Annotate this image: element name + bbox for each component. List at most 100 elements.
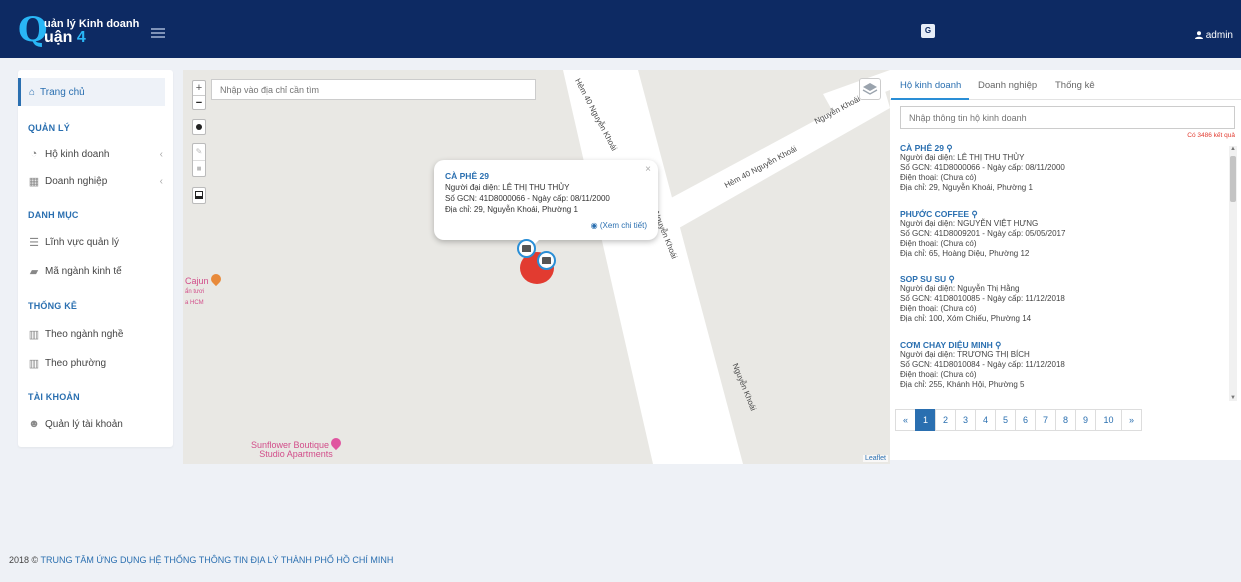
shop-marker-icon[interactable] [517, 239, 536, 258]
result-rep: Người đại diện: LÊ THỊ THU THỦY [900, 153, 1025, 162]
user-name: admin [1205, 30, 1233, 41]
rectangle-icon [195, 191, 203, 199]
page-button[interactable]: 2 [935, 409, 956, 431]
result-scrollbar[interactable]: ▲ ▼ [1229, 146, 1237, 401]
sidebar-item-label: Hộ kinh doanh [45, 148, 110, 160]
layers-button[interactable] [859, 78, 881, 100]
result-name[interactable]: CÀ PHÊ 29 [900, 143, 944, 153]
page-button[interactable]: 3 [955, 409, 976, 431]
map-pin-icon[interactable]: ⚲ [949, 274, 955, 284]
map-view[interactable]: Hẻm 40 Nguyễn Khoái Hẻm 40 Nguyễn Khoái … [183, 70, 890, 464]
section-stats: THỐNG KÊ [28, 301, 78, 311]
draw-rectangle-button[interactable] [192, 187, 206, 204]
scroll-up-icon[interactable]: ▲ [1230, 146, 1236, 152]
poi-sunflower[interactable]: Sunflower Boutique Studio Apartments [251, 435, 344, 459]
sidebar-item-label: Trang chủ [40, 86, 85, 98]
chevron-left-icon: ‹ [159, 175, 163, 187]
result-address: Địa chỉ: 65, Hoàng Diệu, Phường 12 [900, 248, 1030, 258]
result-rep: Người đại diện: Nguyễn Thị Hằng [900, 284, 1020, 294]
list-item[interactable]: SOP SU SU ⚲ Người đại diện: Nguyễn Thị H… [900, 274, 1226, 340]
popup-cert: Số GCN: 41D8000066 - Ngày cấp: 08/11/200… [445, 194, 610, 203]
list-item[interactable]: CÀ PHÊ 29 ⚲ Người đại diện: LÊ THỊ THU T… [900, 143, 1226, 209]
footer: 2018 © TRUNG TÂM ỨNG DỤNG HỆ THỐNG THÔNG… [9, 555, 393, 565]
map-pin-icon[interactable]: ⚲ [946, 143, 952, 153]
page-button[interactable]: 7 [1035, 409, 1056, 431]
page-button[interactable]: 4 [975, 409, 996, 431]
active-tab-indicator [891, 98, 969, 100]
sidebar-item-accounts[interactable]: ☻ Quản lý tài khoản [28, 414, 163, 434]
logo-line-2: uận 4 [44, 29, 86, 46]
draw-marker-button[interactable] [192, 119, 206, 135]
zoom-control: + − [192, 80, 206, 110]
result-phone: Điện thoại: (Chưa có) [900, 238, 977, 248]
sidebar-item-econ-code[interactable]: ▰ Mã ngành kinh tế [28, 261, 163, 281]
result-name[interactable]: SOP SU SU [900, 274, 946, 284]
scrollbar-thumb[interactable] [1230, 156, 1236, 202]
map-search-input[interactable] [211, 79, 536, 100]
scroll-down-icon[interactable]: ▼ [1230, 395, 1236, 401]
users-icon: ☻ [28, 418, 40, 430]
shop-marker-icon[interactable] [537, 251, 556, 270]
result-name[interactable]: PHƯỚC COFFEE [900, 209, 969, 219]
poi-cajun[interactable]: Cajun ẩn tươi a HCM [185, 271, 223, 308]
building-icon: ▦ [28, 175, 40, 188]
page-prev-button[interactable]: « [895, 409, 916, 431]
household-search-input[interactable] [900, 106, 1235, 129]
result-list: CÀ PHÊ 29 ⚲ Người đại diện: LÊ THỊ THU T… [900, 143, 1226, 400]
page-next-button[interactable]: » [1121, 409, 1142, 431]
close-icon[interactable]: × [645, 164, 651, 175]
user-icon [1194, 31, 1203, 39]
footer-org-link[interactable]: TRUNG TÂM ỨNG DỤNG HỆ THỐNG THÔNG TIN ĐỊ… [41, 555, 394, 565]
tab-enterprise[interactable]: Doanh nghiệp [978, 80, 1037, 91]
sidebar-item-by-ward[interactable]: ▥ Theo phường [28, 353, 163, 373]
circle-icon [196, 124, 202, 130]
eye-icon: ◉ [590, 221, 598, 230]
user-menu[interactable]: admin [1194, 30, 1233, 41]
tab-household[interactable]: Hộ kinh doanh [900, 80, 961, 91]
sidebar-item-home[interactable]: ⌂ Trang chủ [18, 78, 165, 106]
result-cert: Số GCN: 41D8009201 - Ngày cấp: 05/05/201… [900, 228, 1066, 238]
sidebar-item-by-industry[interactable]: ▥ Theo ngành nghề [28, 324, 163, 344]
result-cert: Số GCN: 41D8000066 - Ngày cấp: 08/11/200… [900, 163, 1065, 172]
sidebar-item-household[interactable]: ◔ Hộ kinh doanh ‹ [28, 144, 163, 164]
result-name[interactable]: CƠM CHAY DIỆU MINH [900, 340, 993, 350]
edit-icon[interactable]: ✎ [193, 144, 205, 160]
view-detail-link[interactable]: ◉ (Xem chi tiết) [591, 220, 647, 231]
popup-address: Địa chỉ: 29, Nguyễn Khoái, Phường 1 [445, 205, 578, 214]
sidebar-item-label: Doanh nghiệp [45, 175, 108, 187]
result-cert: Số GCN: 41D8010085 - Ngày cấp: 11/12/201… [900, 294, 1065, 304]
map-pin-icon[interactable]: ⚲ [995, 340, 1001, 350]
pagination: « 1 2 3 4 5 6 7 8 9 10 » [895, 409, 1142, 431]
sidebar-item-field[interactable]: ☰ Lĩnh vực quản lý [28, 232, 163, 252]
result-rep: Người đại diện: NGUYỄN VIỆT HƯNG [900, 218, 1039, 228]
result-count: Có 3486 kết quả [1187, 132, 1235, 139]
map-pin-icon[interactable]: ⚲ [971, 209, 977, 219]
leaflet-attribution[interactable]: Leaflet [862, 455, 888, 462]
page-button[interactable]: 10 [1095, 409, 1122, 431]
result-phone: Điện thoại: (Chưa có) [900, 304, 977, 314]
sidebar-item-enterprise[interactable]: ▦ Doanh nghiệp ‹ [28, 171, 163, 191]
list-item[interactable]: PHƯỚC COFFEE ⚲ Người đại diện: NGUYỄN VI… [900, 209, 1226, 275]
menu-icon[interactable] [151, 28, 165, 38]
page-button[interactable]: 6 [1015, 409, 1036, 431]
trash-icon[interactable]: ■ [193, 160, 205, 176]
list-icon: ☰ [29, 236, 39, 249]
chevron-left-icon: ‹ [159, 148, 163, 160]
zoom-in-button[interactable]: + [193, 81, 205, 95]
sidebar-item-label: Theo phường [45, 357, 107, 369]
page-button[interactable]: 9 [1075, 409, 1096, 431]
page-button[interactable]: 5 [995, 409, 1016, 431]
translate-icon[interactable]: G [921, 24, 935, 38]
result-phone: Điện thoại: (Chưa có) [900, 369, 977, 379]
section-account: TÀI KHOẢN [28, 392, 80, 402]
result-address: Địa chỉ: 100, Xóm Chiếu, Phường 14 [900, 314, 1032, 324]
tab-stats[interactable]: Thống kê [1055, 80, 1095, 91]
page-button[interactable]: 1 [915, 409, 936, 431]
zoom-out-button[interactable]: − [193, 95, 205, 109]
result-rep: Người đại diện: TRƯƠNG THỊ BÍCH [900, 349, 1030, 359]
bar-chart-icon: ▥ [28, 328, 40, 341]
page-button[interactable]: 8 [1055, 409, 1076, 431]
book-icon: ▰ [29, 265, 39, 278]
list-item[interactable]: CƠM CHAY DIỆU MINH ⚲ Người đại diện: TRƯ… [900, 340, 1226, 400]
results-panel: Hộ kinh doanh Doanh nghiệp Thống kê Có 3… [890, 70, 1241, 460]
